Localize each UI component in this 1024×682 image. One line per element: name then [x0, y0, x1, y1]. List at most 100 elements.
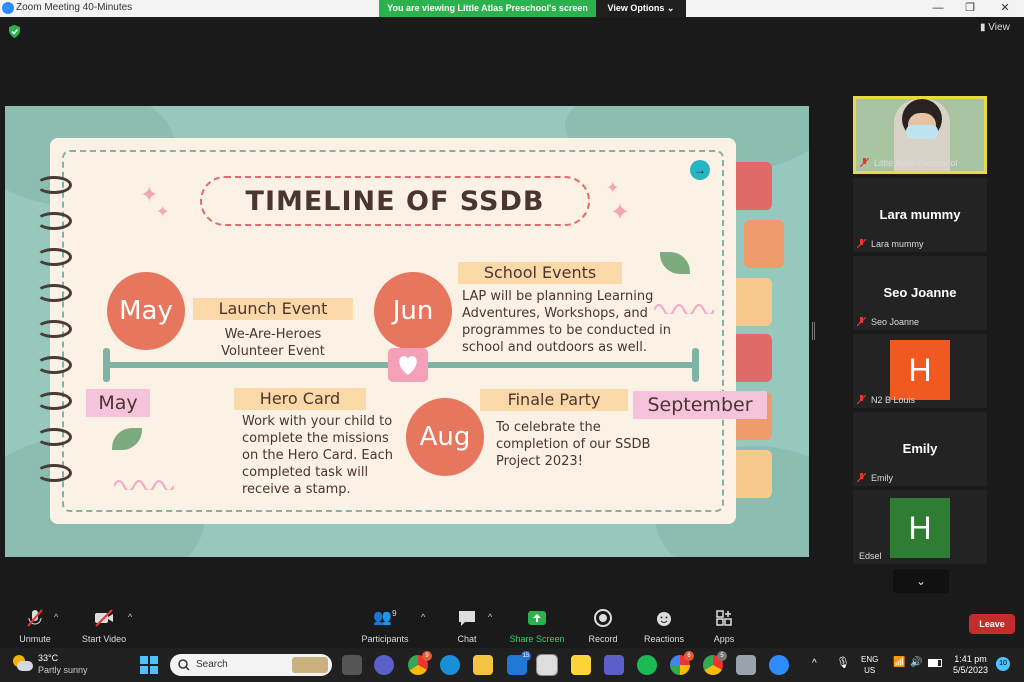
edge-icon[interactable]: [440, 655, 460, 675]
share-screen-button[interactable]: Share Screen: [502, 608, 572, 644]
school-events-description: LAP will be planning Learning Adventures…: [462, 289, 671, 355]
participant-tile[interactable]: Lara mummy Lara mummy: [853, 178, 987, 252]
timeline-end-cap: [692, 348, 699, 382]
close-icon[interactable]: ✕: [993, 1, 1017, 15]
leave-button[interactable]: Leave: [969, 614, 1015, 634]
volume-icon[interactable]: 🔊: [910, 657, 922, 668]
restore-icon[interactable]: ❐: [958, 1, 982, 15]
zoom-icon[interactable]: [769, 655, 789, 675]
mic-muted-icon: [27, 609, 43, 627]
mic-muted-icon: [857, 317, 866, 326]
sparkle-icon: ✦: [156, 204, 170, 221]
spiral-ring: [36, 320, 72, 338]
windows-start-icon[interactable]: [140, 656, 158, 674]
sticky-notes-icon[interactable]: [571, 655, 591, 675]
window-title: Zoom Meeting 40-Minutes: [16, 2, 133, 13]
chevron-up-icon[interactable]: ^: [488, 612, 492, 622]
timeline-start-cap: [103, 348, 110, 382]
notebook-tab: [744, 220, 784, 268]
spotify-icon[interactable]: [637, 655, 657, 675]
panel-resize-handle[interactable]: [812, 322, 815, 340]
mic-muted-icon: [860, 158, 869, 167]
participant-name: Edsel: [859, 551, 882, 561]
arrow-right-icon[interactable]: →: [690, 160, 710, 180]
wave-decor: [114, 480, 174, 490]
chevron-down-icon[interactable]: ⌄: [893, 569, 949, 593]
chat-icon: [459, 611, 475, 626]
participants-button[interactable]: 👥9 Participants: [350, 608, 420, 644]
participant-tile-video[interactable]: Little Atlas Preschool: [853, 96, 987, 174]
apps-icon: [716, 610, 732, 626]
weather-description[interactable]: Partly sunny: [38, 665, 88, 675]
avatar: H: [890, 498, 950, 558]
spiral-ring: [36, 464, 72, 482]
windows-taskbar: 33°C Partly sunny Search 9 15 6 5 ^ 🎙 EN…: [0, 648, 1024, 682]
photos-icon[interactable]: 6: [670, 651, 694, 675]
label-hero-card: Hero Card: [234, 388, 366, 410]
record-button[interactable]: Record: [568, 608, 638, 644]
system-clock[interactable]: 1:41 pm 5/5/2023: [953, 654, 988, 676]
mail-icon[interactable]: 15: [507, 651, 531, 675]
spiral-ring: [36, 428, 72, 446]
mic-muted-icon: [857, 473, 866, 482]
teams-icon[interactable]: [604, 655, 624, 675]
teams-chat-icon[interactable]: [374, 655, 394, 675]
shared-screen[interactable]: ✦ ✦ ✦ ✦ TIMELINE OF SSDB → May Launch Ev…: [5, 106, 809, 557]
language-indicator[interactable]: ENG US: [861, 654, 878, 676]
participant-name: Emily: [871, 473, 893, 483]
meeting-toolbar: Unmute ^ Start Video ^ 👥9 Participants ^…: [0, 598, 1024, 648]
spiral-ring: [36, 356, 72, 374]
snipping-tool-icon[interactable]: [536, 654, 558, 676]
participant-name: Little Atlas Preschool: [874, 158, 958, 168]
chevron-up-icon[interactable]: ^: [54, 612, 58, 622]
apps-button[interactable]: Apps: [689, 608, 759, 644]
heart-icon: [388, 348, 428, 382]
label-launch-event: Launch Event: [193, 298, 353, 320]
participant-tile[interactable]: Emily Emily: [853, 412, 987, 486]
record-icon: [594, 609, 612, 627]
unmute-button[interactable]: Unmute: [0, 608, 70, 644]
timeline-end-label: September: [633, 391, 767, 419]
spiral-ring: [36, 284, 72, 302]
battery-icon[interactable]: [928, 659, 942, 667]
slide-title: TIMELINE OF SSDB: [245, 186, 545, 217]
notebook-tab: [732, 450, 772, 498]
view-options-button[interactable]: View Options ⌄: [596, 0, 686, 17]
launch-event-description: We-Are-Heroes Volunteer Event: [221, 327, 325, 359]
spiral-ring: [36, 212, 72, 230]
notification-badge[interactable]: 10: [996, 657, 1010, 671]
participant-display-name: Lara mummy: [879, 207, 961, 222]
security-shield-icon[interactable]: [9, 25, 20, 38]
spiral-ring: [36, 248, 72, 266]
mic-muted-icon: [857, 239, 866, 248]
participant-tile[interactable]: H Edsel: [853, 490, 987, 564]
weather-icon[interactable]: [13, 655, 33, 673]
microphone-icon[interactable]: 🎙: [836, 656, 850, 669]
chevron-up-icon[interactable]: ^: [812, 658, 817, 669]
file-explorer-icon[interactable]: [473, 655, 493, 675]
search-icon: [178, 659, 190, 671]
sparkle-icon: ✦: [606, 180, 620, 197]
weather-temperature[interactable]: 33°C: [38, 653, 58, 663]
participant-name: N2 B Louis: [871, 395, 916, 405]
notebook-tab: [732, 162, 772, 210]
chrome-profile-icon[interactable]: 5: [703, 651, 727, 675]
participant-tile[interactable]: H N2 B Louis: [853, 334, 987, 408]
sharing-banner: You are viewing Little Atlas Preschool's…: [379, 0, 596, 17]
chrome-icon[interactable]: 9: [408, 651, 432, 675]
minimize-icon[interactable]: —: [926, 1, 950, 15]
spiral-ring: [36, 176, 72, 194]
printer-icon[interactable]: [736, 655, 756, 675]
label-finale-party: Finale Party: [480, 389, 628, 411]
chevron-up-icon[interactable]: ^: [421, 612, 425, 622]
chevron-up-icon[interactable]: ^: [128, 612, 132, 622]
finale-party-description: To celebrate the completion of our SSDB …: [496, 420, 651, 469]
wifi-icon[interactable]: 📶: [893, 657, 905, 668]
zoom-app-icon: [2, 2, 14, 14]
video-off-icon: [95, 609, 113, 627]
participant-tile[interactable]: Seo Joanne Seo Joanne: [853, 256, 987, 330]
taskbar-search-box[interactable]: Search: [170, 654, 332, 676]
notebook-tab: [732, 278, 772, 326]
task-view-icon[interactable]: [342, 655, 362, 675]
view-button[interactable]: ▮ View: [980, 22, 1010, 33]
